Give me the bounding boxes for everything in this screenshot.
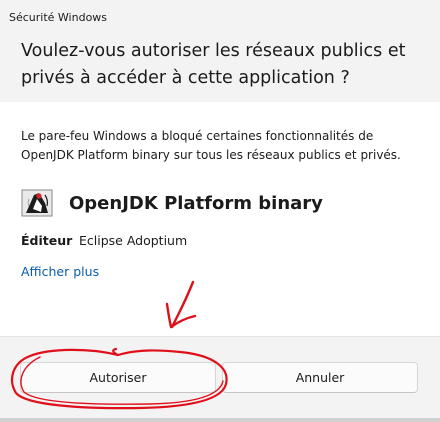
dialog-header: Voulez-vous autoriser les réseaux public… — [0, 32, 440, 102]
app-row: OpenJDK Platform binary — [21, 187, 323, 219]
allow-button[interactable]: Autoriser — [20, 362, 216, 393]
app-name: OpenJDK Platform binary — [69, 192, 323, 214]
publisher-row: Éditeur Eclipse Adoptium — [21, 233, 187, 248]
title-bar: Sécurité Windows — [0, 0, 440, 32]
publisher-value: Eclipse Adoptium — [79, 233, 188, 248]
block-description: Le pare-feu Windows a bloqué certaines f… — [21, 129, 401, 162]
firewall-dialog: Sécurité Windows Voulez-vous autoriser l… — [0, 0, 440, 422]
show-more-link[interactable]: Afficher plus — [21, 264, 99, 279]
window-title: Sécurité Windows — [9, 11, 108, 24]
publisher-label: Éditeur — [21, 233, 73, 248]
dialog-footer: Autoriser Annuler — [0, 336, 440, 422]
cancel-button[interactable]: Annuler — [222, 362, 418, 393]
dialog-content: Le pare-feu Windows a bloqué certaines f… — [0, 102, 440, 336]
window-bottom-edge — [0, 418, 440, 422]
dialog-heading: Voulez-vous autoriser les réseaux public… — [21, 41, 406, 88]
java-duke-icon — [21, 187, 53, 219]
